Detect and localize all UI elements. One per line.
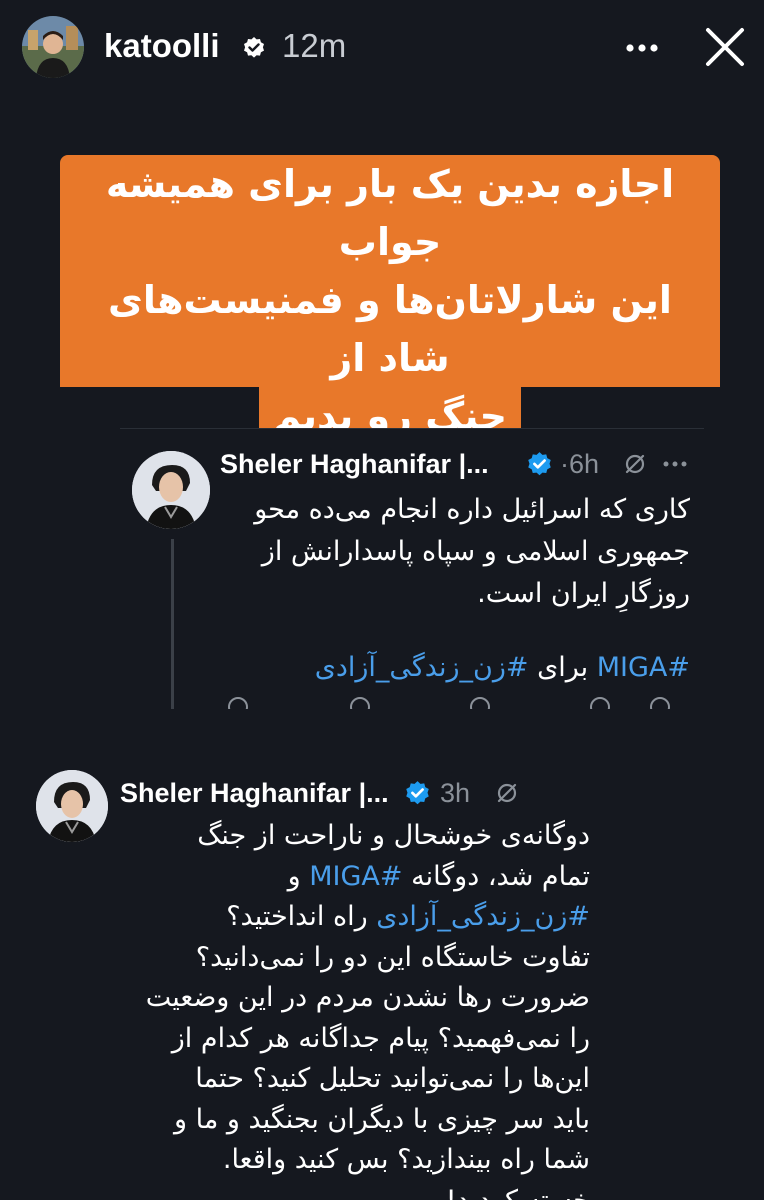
tweet-2-body: دوگانه‌ی خوشحال و ناراحت از جنگ تمام شد،… [110,816,590,1200]
repost-icon[interactable] [350,697,370,709]
story-header: katoolli 12m [0,0,764,100]
tweet-2-line-8: باید سر چیزی با دیگران بجنگید و ما و [174,1103,590,1135]
caption-line-1: اجازه بدین یک بار برای همیشه جواب [60,155,720,271]
hashtag-connector-text: برای [528,652,597,683]
thread-connector-line [171,539,174,709]
tweet-2-line-1: دوگانه‌ی خوشحال و ناراحت از جنگ [197,820,590,851]
tweet-2-line-3-suffix: راه انداختید؟ [226,901,377,932]
hashtag-woman-life-freedom-link[interactable]: #زن_زندگی_آزادی [315,652,529,683]
tweet-1-hashtag-line: #MIGA برای #زن_زندگی_آزادی [220,647,690,689]
story-avatar-image [22,16,84,78]
story-username[interactable]: katoolli [104,26,220,66]
reply-icon[interactable] [228,697,248,709]
tweet-1-line-2: جمهوری اسلامی و سپاه پاسدارانش از [261,536,690,567]
tweet-2-author-name[interactable]: Sheler Haghanifar |... [120,776,389,810]
tweet-1-avatar[interactable] [132,451,210,529]
tweet-1-body: کاری که اسرائیل داره انجام می‌ده محو جمه… [220,489,690,689]
like-icon[interactable] [470,697,490,709]
share-icon[interactable] [650,697,670,709]
bookmark-icon[interactable] [590,697,610,709]
tweet-2-line-4: تفاوت خاستگاه این دو را نمی‌دانید؟ [195,941,590,973]
tweet-2-verified-icon [406,781,429,805]
tweet-2-line-2: تمام شد، دوگانه #MIGA و [110,857,590,898]
tweet-1-timestamp: ·6h [560,449,600,479]
tweet-2-line-6: را نمی‌فهمید؟ پیام جداگانه هر کدام از [171,1022,590,1054]
close-icon[interactable] [700,22,750,72]
verified-badge-icon [244,37,264,58]
tweet-2-hashtag-miga-link[interactable]: #MIGA [309,861,402,892]
tweet-1-action-row [220,697,690,709]
tweet-1-more-icon[interactable] [660,457,690,471]
story-timestamp: 12m [282,27,347,64]
tweet-2-avatar[interactable] [36,770,108,842]
hashtag-miga-link[interactable]: #MIGA [597,652,690,683]
story-avatar[interactable] [22,16,84,78]
tweet-2-line-7: این‌ها را نمی‌توانید تحلیل کنید؟ حتما [195,1063,590,1094]
tweet-2-grok-icon[interactable] [494,780,520,806]
tweet-2-line-2-text: تمام شد، دوگانه [402,860,590,892]
tweet-2-timestamp: 3h [440,778,471,808]
tweet-2-line-9: شما راه بیندازید؟ بس کنید واقعا. [222,1144,590,1175]
caption-line-2: این شارلاتان‌ها و فمنیست‌های شاد از [60,271,720,387]
embedded-tweet-2[interactable]: Sheler Haghanifar |... 3h دوگانه‌ی خوشحا… [0,750,764,1200]
tweet-2-avatar-image [36,770,108,842]
tweet-2-line-5: ضرورت رها نشدن مردم در این وضعیت [145,982,590,1013]
tweet-1-line-1: کاری که اسرائیل داره انجام می‌ده محو [254,494,690,525]
grok-icon[interactable] [622,451,648,477]
tweet-2-line-2-suffix: و [287,860,310,892]
tweet-1-line-3: روزگارِ ایران است. [477,578,690,609]
tweet-1-avatar-image [132,451,210,529]
tweet-2-line-3: #زن_زندگی_آزادی راه انداختید؟ [110,897,590,938]
tweet-2-line-10: خسته کردید! [445,1184,590,1200]
story-caption: اجازه بدین یک بار برای همیشه جواب این شا… [60,155,720,445]
embedded-tweet-1[interactable]: Sheler Haghanifar |... ·6h کاری که اسرائ… [120,428,704,709]
more-horizontal-icon[interactable] [620,30,664,66]
tweet-1-author-name[interactable]: Sheler Haghanifar |... [220,447,489,481]
tweet-2-hashtag-woman-life-freedom-link[interactable]: #زن_زندگی_آزادی [376,901,590,932]
tweet-1-verified-icon [528,452,551,476]
